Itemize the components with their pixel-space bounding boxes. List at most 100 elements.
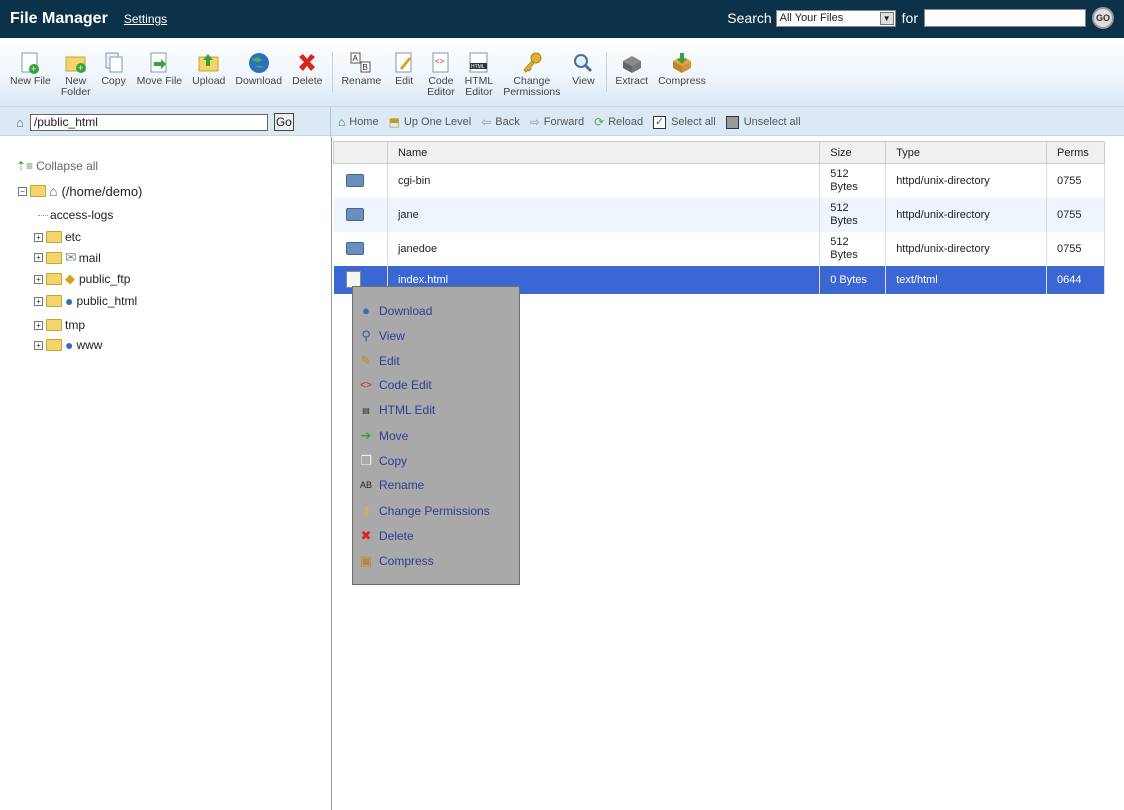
- tree-item-label: www: [76, 338, 103, 352]
- compress-button[interactable]: Compress: [658, 38, 706, 87]
- home-button[interactable]: ⌂ Home: [338, 115, 379, 129]
- path-go-button[interactable]: Go: [273, 113, 294, 131]
- size-column-header[interactable]: Size: [819, 141, 887, 164]
- tree-item-label: tmp: [65, 318, 86, 332]
- tree-item-www[interactable]: + ● www: [34, 337, 102, 353]
- folder-icon: [345, 174, 364, 188]
- context-menu-compress[interactable]: ▣ Compress: [353, 553, 434, 569]
- context-menu: ● Download ⚲ View ✎ Edit <> Code Edit ▤ HTML …: [352, 286, 520, 585]
- tool-label: Copy: [101, 75, 126, 87]
- tree-item-public-ftp[interactable]: + ◆ public_ftp: [34, 271, 130, 287]
- tool-label: Move File: [136, 75, 183, 87]
- search-go-button[interactable]: GO: [1092, 7, 1114, 29]
- view-icon: [570, 50, 596, 76]
- change-permissions-button[interactable]: Change Permissions: [503, 38, 560, 98]
- back-label: Back: [495, 116, 520, 128]
- folder-up-icon: ⬒: [388, 115, 400, 129]
- expand-toggle-icon[interactable]: +: [34, 340, 43, 350]
- tool-label: Compress: [658, 75, 706, 87]
- delete-button[interactable]: Delete: [292, 38, 322, 87]
- forward-label: Forward: [543, 116, 585, 128]
- delete-icon: ✖: [360, 528, 372, 543]
- expand-toggle-icon[interactable]: +: [34, 296, 43, 306]
- edit-icon: [391, 50, 417, 76]
- perms-cell: 0755: [1046, 231, 1105, 266]
- tool-label: Edit: [395, 75, 414, 87]
- folder-icon: [46, 251, 62, 264]
- forward-button[interactable]: ⇨ Forward: [530, 115, 584, 129]
- rename-icon: AB: [359, 480, 372, 490]
- type-cell: httpd/unix-directory: [885, 197, 1047, 232]
- menu-label: Edit: [379, 354, 400, 368]
- context-menu-html-edit[interactable]: ▤ HTML Edit: [353, 403, 435, 417]
- tree-item-public-html[interactable]: + ● public_html: [34, 293, 137, 309]
- code-edit-icon: <>: [360, 379, 372, 391]
- name-column-header[interactable]: Name: [386, 141, 821, 164]
- tree-root[interactable]: − ⌂ (/home/demo): [18, 183, 142, 199]
- icon-column-header[interactable]: [333, 141, 388, 164]
- expand-toggle-icon[interactable]: +: [34, 232, 43, 242]
- tree-item-access-logs[interactable]: access-logs: [38, 208, 113, 222]
- chevron-down-icon[interactable]: ▼: [879, 11, 894, 25]
- context-menu-edit[interactable]: ✎ Edit: [353, 353, 400, 369]
- perms-column-header[interactable]: Perms: [1046, 141, 1105, 164]
- search-input[interactable]: [924, 9, 1086, 27]
- unselect-all-button[interactable]: Unselect all: [725, 115, 801, 129]
- rename-button[interactable]: AB Rename: [341, 38, 381, 87]
- globe-icon: ●: [65, 337, 74, 353]
- folder-tree: ⇡≡ Collapse all − ⌂ (/home/demo) access-…: [0, 137, 331, 810]
- table-header-row: Name Size Type Perms: [333, 141, 1105, 164]
- folder-cell: [333, 231, 388, 266]
- edit-button[interactable]: Edit: [391, 38, 417, 87]
- expand-toggle-icon[interactable]: +: [34, 320, 43, 330]
- table-row[interactable]: janedoe 512 Bytes httpd/unix-directory 0…: [333, 231, 1105, 266]
- back-button[interactable]: ⇦ Back: [481, 115, 520, 129]
- new-file-button[interactable]: + New File: [10, 38, 51, 87]
- menu-label: Rename: [379, 478, 425, 492]
- expand-toggle-icon[interactable]: +: [34, 253, 43, 262]
- folder-icon: [46, 295, 62, 307]
- table-row[interactable]: cgi-bin 512 Bytes httpd/unix-directory 0…: [333, 163, 1105, 198]
- collapse-all-button[interactable]: ⇡≡ Collapse all: [16, 159, 98, 173]
- path-input[interactable]: /public_html: [29, 113, 268, 131]
- download-icon: ●: [362, 303, 370, 318]
- reload-button[interactable]: ⟳ Reload: [594, 115, 643, 129]
- html-editor-button[interactable]: HTML HTML Editor: [465, 38, 493, 98]
- collapse-toggle-icon[interactable]: −: [18, 186, 27, 196]
- view-button[interactable]: View: [570, 38, 596, 87]
- copy-button[interactable]: Copy: [101, 38, 127, 87]
- move-icon: ➔: [360, 428, 372, 443]
- context-menu-delete[interactable]: ✖ Delete: [353, 528, 414, 544]
- context-menu-code-edit[interactable]: <> Code Edit: [353, 378, 432, 392]
- move-file-button[interactable]: Move File: [136, 38, 183, 87]
- tool-label: Rename: [341, 75, 382, 87]
- type-cell: httpd/unix-directory: [885, 163, 1047, 198]
- table-row[interactable]: jane 512 Bytes httpd/unix-directory 0755: [333, 197, 1105, 232]
- new-folder-button[interactable]: + New Folder: [61, 38, 91, 98]
- settings-link[interactable]: Settings: [124, 12, 167, 26]
- html-editor-icon: HTML: [466, 50, 492, 76]
- context-menu-copy[interactable]: ❐ Copy: [353, 453, 407, 469]
- context-menu-view[interactable]: ⚲ View: [353, 328, 405, 344]
- upload-button[interactable]: Upload: [192, 38, 225, 87]
- up-one-level-button[interactable]: ⬒ Up One Level: [389, 115, 472, 129]
- context-menu-move[interactable]: ➔ Move: [353, 428, 409, 444]
- back-arrow-icon: ⇦: [481, 115, 492, 129]
- type-column-header[interactable]: Type: [885, 141, 1047, 164]
- folder-open-icon: [30, 185, 46, 197]
- tree-item-tmp[interactable]: + tmp: [34, 318, 85, 332]
- context-menu-rename[interactable]: AB Rename: [353, 478, 424, 492]
- download-button[interactable]: Download: [235, 38, 282, 87]
- up-label: Up One Level: [403, 116, 472, 128]
- expand-toggle-icon[interactable]: +: [34, 274, 43, 284]
- select-all-button[interactable]: ✓ Select all: [653, 115, 716, 129]
- upload-icon: [196, 50, 222, 76]
- context-menu-download[interactable]: ● Download: [353, 303, 432, 318]
- context-menu-change-permissions[interactable]: ⚷ Change Permissions: [353, 503, 489, 519]
- search-scope-select[interactable]: All Your Files ▼: [775, 9, 896, 27]
- tree-item-etc[interactable]: + etc: [34, 230, 81, 244]
- svg-text:HTML: HTML: [471, 64, 485, 70]
- extract-button[interactable]: Extract: [615, 38, 648, 87]
- code-editor-button[interactable]: <> Code Editor: [427, 38, 455, 98]
- tree-item-mail[interactable]: + ✉ mail: [34, 249, 101, 266]
